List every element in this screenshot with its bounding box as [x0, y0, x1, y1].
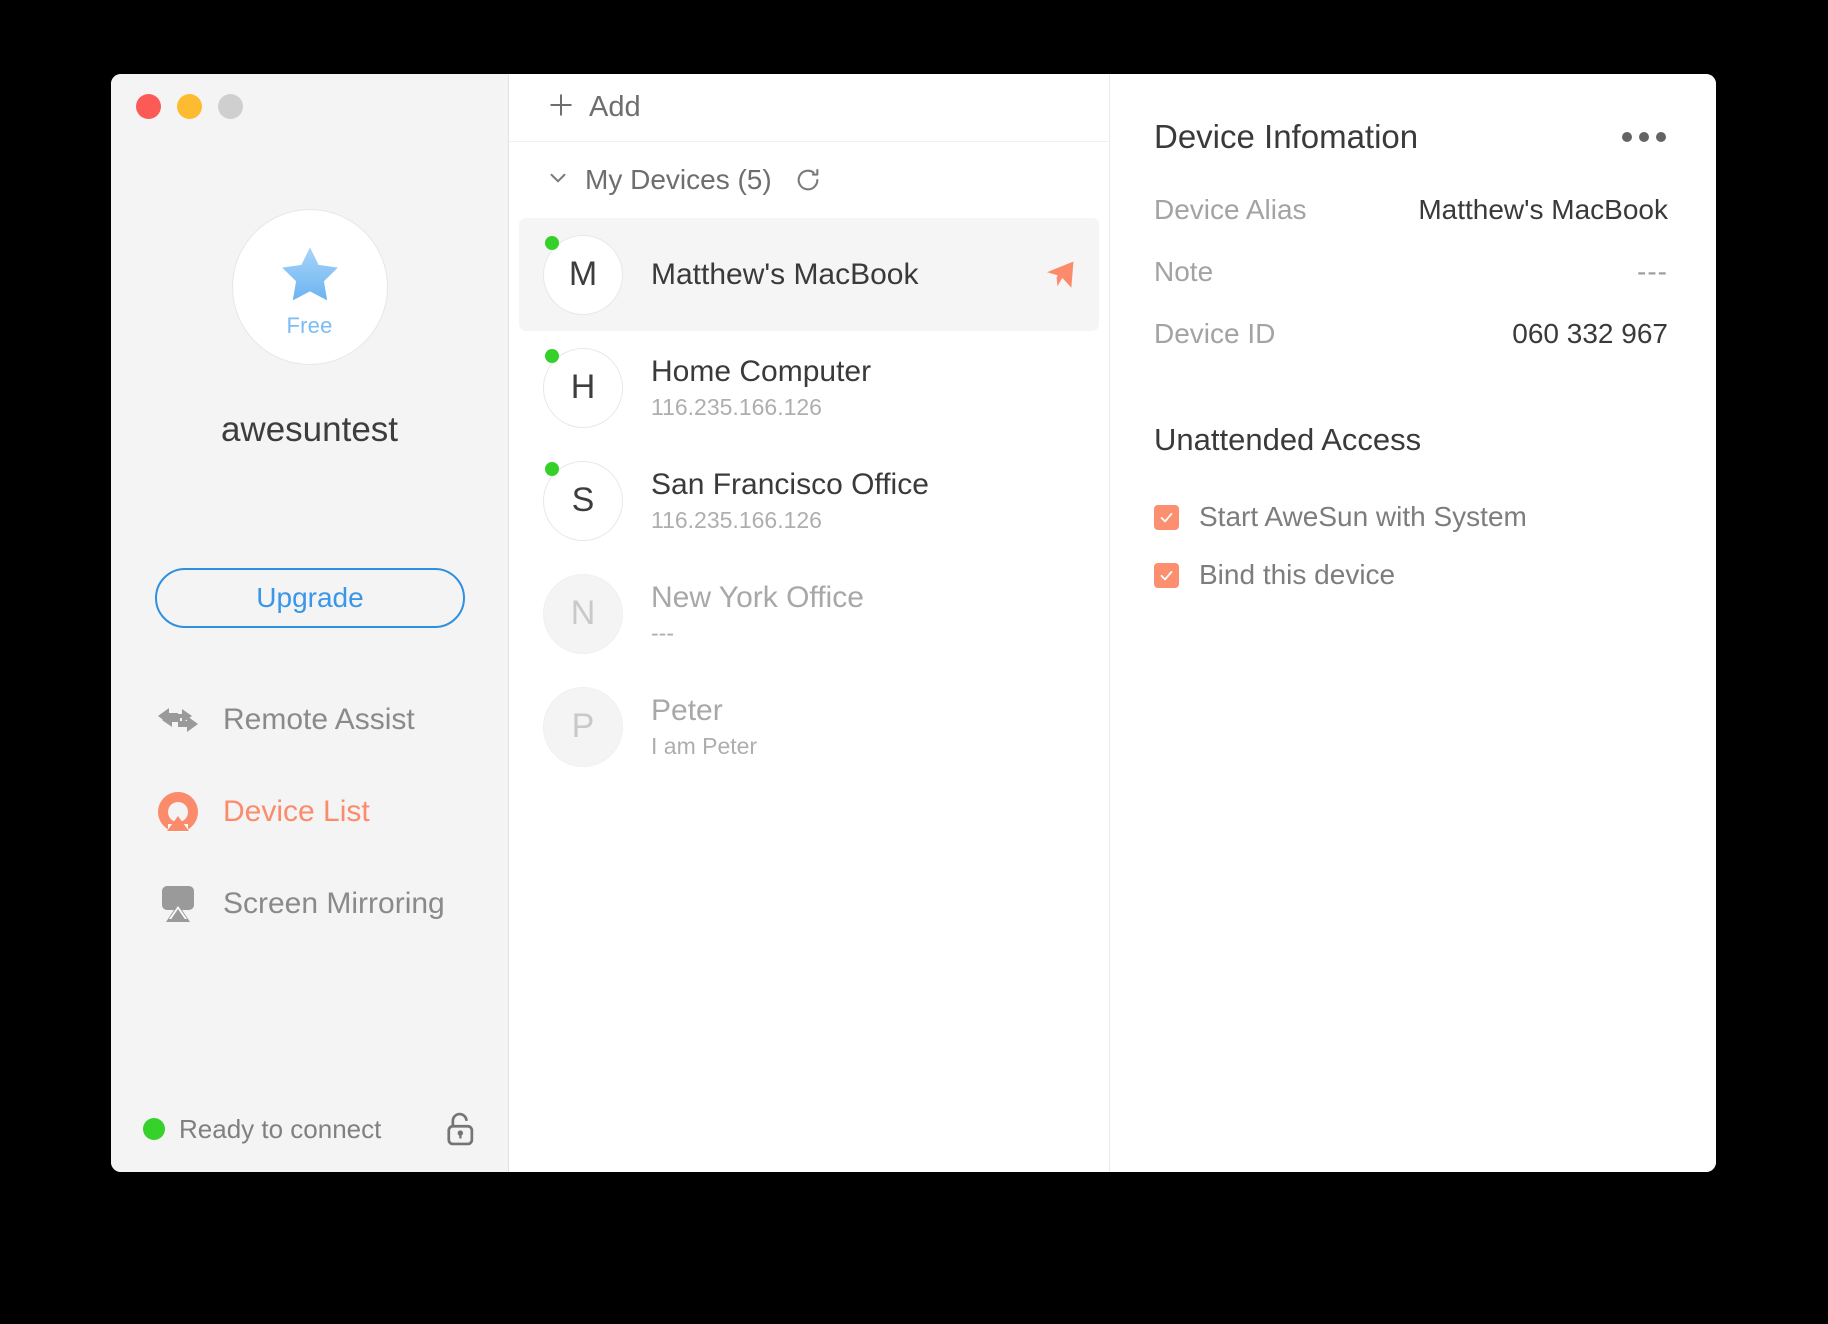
info-label: Device ID: [1154, 318, 1275, 350]
info-value: 060 332 967: [1512, 318, 1668, 350]
device-avatar: P: [543, 687, 623, 767]
checkbox-label: Start AweSun with System: [1199, 501, 1527, 533]
page-title: Device Infomation: [1154, 118, 1418, 156]
window-controls: [136, 94, 243, 119]
online-status-dot: [545, 349, 559, 363]
info-value[interactable]: Matthew's MacBook: [1418, 194, 1668, 226]
more-horizontal-icon[interactable]: [1620, 124, 1668, 150]
sidebar-item-label: Remote Assist: [223, 703, 415, 737]
device-group-title: My Devices (5): [585, 164, 772, 196]
sidebar-item-label: Device List: [223, 795, 370, 829]
device-row[interactable]: H Home Computer 116.235.166.126: [519, 331, 1099, 444]
connection-status-text: Ready to connect: [179, 1114, 381, 1145]
device-avatar-wrap: H: [543, 348, 623, 428]
device-avatar-wrap: N: [543, 574, 623, 654]
checkbox-checked-icon[interactable]: [1154, 563, 1179, 588]
device-avatar-wrap: S: [543, 461, 623, 541]
device-information-panel: Device Infomation Device Alias Matthew's…: [1110, 74, 1716, 1172]
refresh-icon[interactable]: [794, 166, 822, 194]
maximize-window-button[interactable]: [218, 94, 243, 119]
exchange-arrows-icon: [155, 697, 201, 743]
device-name: Peter: [651, 694, 757, 728]
sidebar-item-screen-mirroring[interactable]: Screen Mirroring: [155, 858, 485, 950]
sidebar-item-remote-assist[interactable]: Remote Assist: [155, 674, 485, 766]
checkbox-row-bind-device[interactable]: Bind this device: [1154, 546, 1668, 604]
device-avatar: N: [543, 574, 623, 654]
info-row-device-id: Device ID 060 332 967: [1154, 318, 1668, 380]
add-device-button[interactable]: Add: [509, 74, 1109, 142]
checkbox-label: Bind this device: [1199, 559, 1395, 591]
device-group-header: My Devices (5): [509, 142, 1109, 218]
upgrade-button[interactable]: Upgrade: [155, 568, 465, 628]
device-avatar-wrap: M: [543, 235, 623, 315]
checkbox-checked-icon[interactable]: [1154, 505, 1179, 530]
device-address: 116.235.166.126: [651, 394, 871, 421]
device-list: M Matthew's MacBook H: [509, 218, 1109, 783]
account-block: Free awesuntest: [111, 209, 508, 450]
device-list-panel: Add My Devices (5) M: [509, 74, 1110, 1172]
device-texts: Home Computer 116.235.166.126: [651, 355, 871, 421]
app-window: Free awesuntest Upgrade Remote Assist: [111, 74, 1716, 1172]
device-row[interactable]: P Peter I am Peter: [519, 670, 1099, 783]
device-texts: New York Office ---: [651, 581, 864, 647]
avatar[interactable]: Free: [232, 209, 388, 365]
connection-status-dot: [143, 1118, 165, 1140]
account-name: awesuntest: [221, 410, 398, 450]
device-texts: Peter I am Peter: [651, 694, 757, 760]
minimize-window-button[interactable]: [177, 94, 202, 119]
device-name: Matthew's MacBook: [651, 258, 919, 292]
unattended-access-title: Unattended Access: [1154, 422, 1668, 458]
device-texts: Matthew's MacBook: [651, 258, 919, 292]
send-arrow-icon[interactable]: [1043, 258, 1077, 292]
device-name: Home Computer: [651, 355, 871, 389]
chevron-down-icon[interactable]: [545, 165, 571, 196]
device-name: New York Office: [651, 581, 864, 615]
device-address: 116.235.166.126: [651, 507, 929, 534]
sidebar-item-label: Screen Mirroring: [223, 887, 445, 921]
airplay-icon: [155, 881, 201, 927]
online-status-dot: [545, 236, 559, 250]
status-bar: Ready to connect: [111, 1086, 508, 1172]
device-name: San Francisco Office: [651, 468, 929, 502]
info-label: Note: [1154, 256, 1213, 288]
sidebar-item-device-list[interactable]: Device List: [155, 766, 485, 858]
device-list-icon: [155, 789, 201, 835]
more-dot: [1622, 132, 1632, 142]
device-row[interactable]: S San Francisco Office 116.235.166.126: [519, 444, 1099, 557]
add-device-label: Add: [589, 91, 641, 124]
more-dot: [1639, 132, 1649, 142]
device-row[interactable]: N New York Office ---: [519, 557, 1099, 670]
device-address: ---: [651, 620, 864, 647]
info-row-note: Note ---: [1154, 256, 1668, 318]
star-icon: [273, 235, 347, 311]
device-address: I am Peter: [651, 733, 757, 760]
checkbox-row-start-with-system[interactable]: Start AweSun with System: [1154, 488, 1668, 546]
more-dot: [1656, 132, 1666, 142]
close-window-button[interactable]: [136, 94, 161, 119]
plus-icon: [547, 91, 575, 124]
panel-header: Device Infomation: [1154, 118, 1668, 156]
sidebar: Free awesuntest Upgrade Remote Assist: [111, 74, 509, 1172]
unlocked-padlock-icon[interactable]: [444, 1110, 478, 1148]
device-texts: San Francisco Office 116.235.166.126: [651, 468, 929, 534]
sidebar-nav: Remote Assist Device List: [155, 674, 485, 950]
device-avatar-wrap: P: [543, 687, 623, 767]
info-label: Device Alias: [1154, 194, 1307, 226]
info-value[interactable]: ---: [1637, 256, 1668, 288]
online-status-dot: [545, 462, 559, 476]
plan-badge: Free: [286, 313, 332, 339]
device-row[interactable]: M Matthew's MacBook: [519, 218, 1099, 331]
info-row-device-alias: Device Alias Matthew's MacBook: [1154, 194, 1668, 256]
